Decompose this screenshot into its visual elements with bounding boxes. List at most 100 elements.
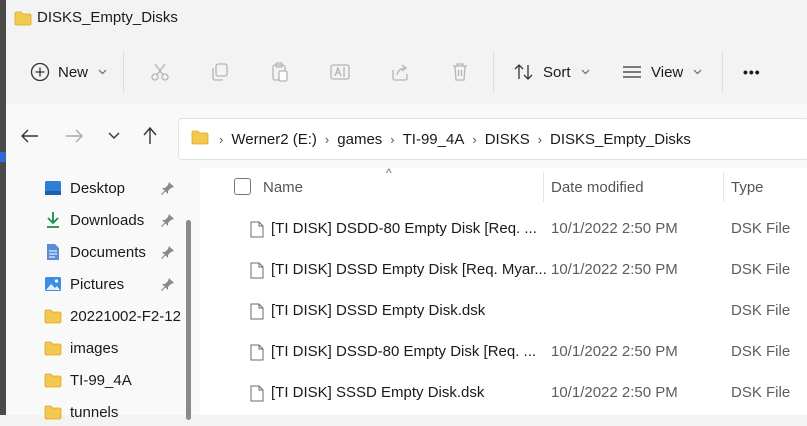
column-divider[interactable] — [723, 172, 724, 202]
folder-icon — [44, 339, 62, 357]
file-row[interactable]: [TI DISK] DSDD-80 Empty Disk [Req. ... 1… — [200, 209, 807, 249]
sidebar-item-label: Pictures — [70, 275, 125, 293]
file-name: [TI DISK] SSSD Empty Disk.dsk — [271, 384, 485, 401]
navigation-pane: Desktop Downloads Documents Pictures 202… — [6, 168, 196, 421]
cut-icon[interactable] — [146, 58, 174, 86]
file-date: 10/1/2022 2:50 PM — [551, 261, 678, 278]
file-date: 10/1/2022 2:50 PM — [551, 343, 678, 360]
toolbar-divider — [123, 52, 124, 92]
sidebar-item-label: images — [70, 339, 119, 357]
column-header-date[interactable]: Date modified — [551, 168, 644, 206]
sidebar-item-label: Documents — [70, 243, 146, 261]
documents-icon — [44, 243, 62, 261]
folder-icon — [44, 371, 62, 389]
share-icon[interactable] — [386, 58, 414, 86]
toolbar-divider — [722, 52, 723, 92]
breadcrumb-separator-icon[interactable]: › — [325, 132, 329, 147]
window-title: DISKS_Empty_Disks — [37, 9, 178, 26]
toolbar-divider — [493, 52, 494, 92]
sort-button[interactable]: Sort — [513, 40, 590, 104]
file-type: DSK File — [731, 343, 791, 360]
folder-icon — [44, 403, 62, 421]
file-row[interactable]: [TI DISK] DSSD Empty Disk.dsk DSK File — [200, 291, 807, 331]
sidebar-item-desktop[interactable]: Desktop — [44, 174, 125, 202]
delete-icon[interactable] — [446, 58, 474, 86]
breadcrumb-ti99[interactable]: TI-99_4A — [403, 131, 465, 148]
sidebar-item-ti99[interactable]: TI-99_4A — [44, 366, 132, 394]
new-button[interactable]: New — [30, 40, 107, 104]
rename-icon[interactable] — [326, 58, 354, 86]
folder-icon — [191, 130, 209, 149]
file-name: [TI DISK] DSSD Empty Disk [Req. Myar... — [271, 261, 547, 278]
file-icon — [250, 262, 264, 284]
folder-icon — [44, 307, 62, 325]
title-bar[interactable]: DISKS_Empty_Disks — [6, 0, 807, 40]
sidebar-scrollbar[interactable] — [186, 220, 191, 420]
recent-locations-chevron-icon[interactable] — [100, 122, 128, 150]
file-row[interactable]: [TI DISK] DSSD-80 Empty Disk [Req. ... 1… — [200, 332, 807, 372]
file-icon — [250, 221, 264, 243]
breadcrumb-games[interactable]: games — [337, 131, 382, 148]
file-date: 10/1/2022 2:50 PM — [551, 220, 678, 237]
sidebar-item-label: tunnels — [70, 403, 119, 421]
file-list: ^ Name Date modified Type [TI DISK] DSDD… — [200, 166, 807, 415]
sidebar-item-label: TI-99_4A — [70, 371, 132, 389]
file-name: [TI DISK] DSSD-80 Empty Disk [Req. ... — [271, 343, 537, 360]
breadcrumb-drive[interactable]: Werner2 (E:) — [231, 131, 317, 148]
file-row[interactable]: [TI DISK] SSSD Empty Disk.dsk 10/1/2022 … — [200, 373, 807, 413]
command-bar: New Sort View ••• — [6, 40, 807, 105]
sidebar-item-documents[interactable]: Documents — [44, 238, 146, 266]
file-name: [TI DISK] DSDD-80 Empty Disk [Req. ... — [271, 220, 537, 237]
plus-circle-icon — [30, 62, 50, 82]
sort-icon — [513, 62, 535, 82]
sort-label: Sort — [543, 63, 571, 81]
sidebar-item-downloads[interactable]: Downloads — [44, 206, 144, 234]
breadcrumb: › Werner2 (E:) › games › TI-99_4A › DISK… — [191, 119, 695, 159]
sidebar-item-pictures[interactable]: Pictures — [44, 270, 124, 298]
sidebar-item-images[interactable]: images — [44, 334, 118, 362]
file-row[interactable]: [TI DISK] DSSD Empty Disk [Req. Myar... … — [200, 250, 807, 290]
sidebar-item-20221002[interactable]: 20221002-F2-12 — [44, 302, 181, 330]
navigation-bar: › Werner2 (E:) › games › TI-99_4A › DISK… — [6, 104, 807, 168]
chevron-down-icon — [693, 69, 702, 75]
new-label: New — [58, 63, 89, 81]
pin-icon[interactable] — [160, 180, 176, 196]
sidebar-item-label: 20221002-F2-12 — [70, 307, 181, 325]
paste-icon[interactable] — [266, 58, 294, 86]
more-icon: ••• — [743, 64, 761, 80]
column-header-name[interactable]: Name — [263, 168, 303, 206]
forward-arrow-icon[interactable] — [60, 122, 88, 150]
pin-icon[interactable] — [160, 276, 176, 292]
address-bar[interactable]: › Werner2 (E:) › games › TI-99_4A › DISK… — [178, 118, 807, 160]
folder-icon — [14, 11, 32, 31]
pin-icon[interactable] — [160, 244, 176, 260]
breadcrumb-separator-icon[interactable]: › — [538, 132, 542, 147]
view-list-icon — [621, 62, 643, 82]
select-all-checkbox[interactable] — [234, 178, 251, 195]
breadcrumb-separator-icon[interactable]: › — [472, 132, 476, 147]
up-arrow-icon[interactable] — [136, 122, 164, 150]
view-button[interactable]: View — [621, 40, 702, 104]
pictures-icon — [44, 275, 62, 293]
file-name: [TI DISK] DSSD Empty Disk.dsk — [271, 302, 486, 319]
download-icon — [44, 211, 62, 229]
file-icon — [250, 344, 264, 366]
more-options-button[interactable]: ••• — [743, 40, 761, 104]
back-arrow-icon[interactable] — [16, 122, 44, 150]
file-type: DSK File — [731, 384, 791, 401]
column-header-type[interactable]: Type — [731, 168, 764, 206]
breadcrumb-disks[interactable]: DISKS — [485, 131, 530, 148]
breadcrumb-current[interactable]: DISKS_Empty_Disks — [550, 131, 691, 148]
file-type: DSK File — [731, 220, 791, 237]
file-type: DSK File — [731, 302, 791, 319]
pin-icon[interactable] — [160, 212, 176, 228]
desktop-icon — [44, 179, 62, 197]
explorer-window: DISKS_Empty_Disks New Sort View ••• › We… — [6, 0, 807, 421]
breadcrumb-separator-icon[interactable]: › — [390, 132, 394, 147]
chevron-down-icon — [98, 69, 107, 75]
sidebar-item-tunnels[interactable]: tunnels — [44, 398, 118, 426]
copy-icon[interactable] — [206, 58, 234, 86]
sidebar-item-label: Desktop — [70, 179, 126, 197]
breadcrumb-separator-icon[interactable]: › — [219, 132, 223, 147]
column-divider[interactable] — [543, 172, 544, 202]
